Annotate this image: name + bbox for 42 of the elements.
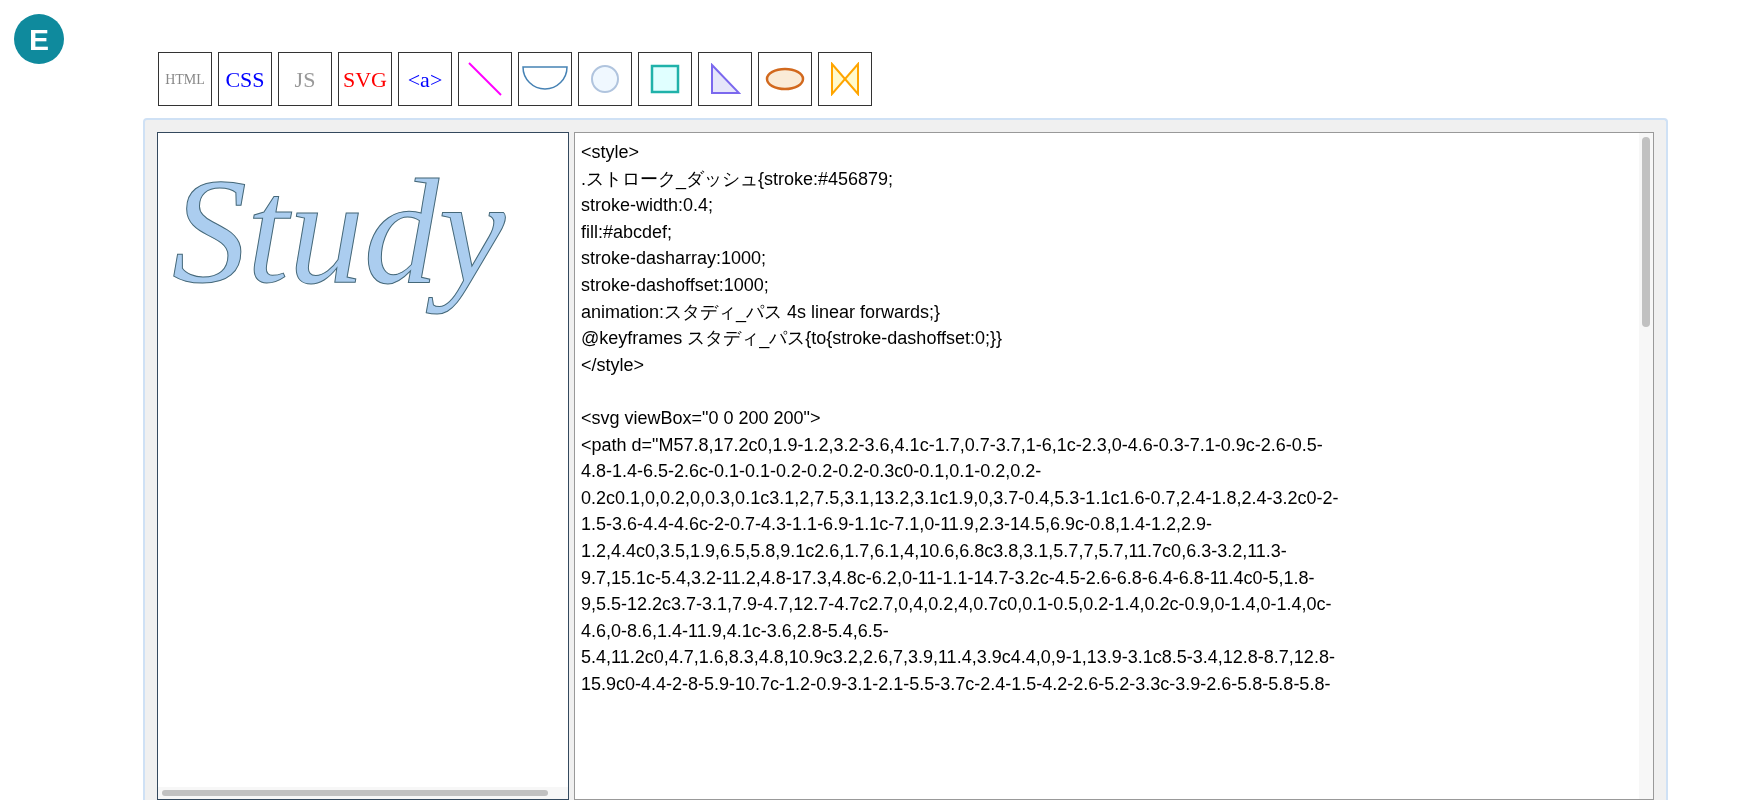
square-icon [650,64,680,94]
ellipse-icon [765,66,805,92]
code-line: <path d="M57.8,17.2c0,1.9-1.2,3.2-3.6,4.1c-1.7,0.7-3.7,1-6,1c-2.3,0-4.6-0.3-7.1-0.9c-2.6-0.5- [581,433,1323,457]
code-line: fill:#abcdef; [581,220,673,244]
draw-shape-button[interactable] [698,52,752,106]
vertical-scrollbar[interactable] [1639,133,1653,799]
code-line: .ストローク_ダッシュ{stroke:#456879; [581,167,894,192]
insert-tag-button[interactable]: CSS [218,52,272,106]
code-line: 1.5-3.6-4.4-4.6c-2-0.7-4.3-1.1-6.9-1.1c-7.1,0-11.9,2.3-14.5,6.9c-0.8,1.4-1.2,2.9- [581,513,1213,537]
code-line: stroke-width:0.4; [581,194,714,218]
triangle-icon [709,63,741,95]
code-line: <style> [581,141,640,164]
insert-tag-button[interactable]: JS [278,52,332,106]
insert-tag-button[interactable]: <a> [398,52,452,106]
code-line: 5.4,11.2c0,4.7,1.6,8.3,4.8,10.9c3.2,2.6,7,3.9,11.4,3.9c4.4,0,9-1,13.9-3.1c8.5-3.4,12.8-8.7,12.8- [581,646,1335,670]
code-line: </style> [581,353,645,377]
logo-icon: E [14,14,64,64]
bowtie-icon [830,62,860,96]
code-line: animation:スタディ_パス 4s linear forwards;} [581,300,941,325]
draw-shape-button[interactable] [758,52,812,106]
code-line: 0.2c0.1,0,0.2,0,0.3,0.1c3.1,2,7.5,3.1,13.2,3.1c1.9,0,3.7-0.4,5.3-1.1c1.6-0.7,2.4-1.8,2.4-3.2c0-2- [581,486,1339,510]
code-line: @keyframes スタディ_パス{to{stroke-dashoffset:0;}} [581,327,1003,351]
code-line: stroke-dashoffset:1000; [581,273,769,297]
code-line: <svg viewBox="0 0 200 200"> [581,406,821,430]
code-line: stroke-dasharray:1000; [581,247,767,271]
circle-icon [590,64,620,94]
insert-tag-button[interactable]: HTML [158,52,212,106]
code-line: 15.9c0-4.4-2-8-5.9-10.7c-1.2-0.9-3.1-2.1-5.5-3.7c-2.4-1.5-4.2-2.6-5.2-3.3c-3.9-2.6-5.8-5.8-5.8- [581,672,1331,696]
code-editor[interactable] [574,132,1654,800]
code-line: 4.6,0-8.6,1.4-11.9,4.1c-3.6,2.8-5.4,6.5- [581,619,889,643]
draw-shape-button[interactable] [638,52,692,106]
horizontal-scrollbar[interactable] [158,787,568,799]
code-line: 9.7,15.1c-5.4,3.2-11.2,4.8-17.3,4.8c-6.2,0-11-1.1-14.7-3.2c-4.5-2.6-6.8-6.4-6.8-11.4c0-5,1.8- [581,566,1315,590]
draw-shape-button[interactable] [518,52,572,106]
draw-shape-button[interactable] [578,52,632,106]
insert-tag-button[interactable]: SVG [338,52,392,106]
code-line: 9,5.5-12.2c3.7-3.1,7.9-4.7,12.7-4.7c2.7,0,4,0.2,4,0.7c0,0.1-0.5,0.2-1.4,0.2c-0.9,0-1.4,0-1.4,0c- [581,593,1332,617]
code-line: 4.8-1.4-6.5-2.6c-0.1-0.1-0.2-0.2-0.2-0.3c0-0.1,0.1-0.2,0.2- [581,460,1042,484]
draw-shape-button[interactable] [458,52,512,106]
study-lettering: Study [162,137,532,357]
draw-shape-button[interactable] [818,52,872,106]
code-line: 1.2,4.4c0,3.5,1.9,6.5,5.8,9.1c2.6,1.7,6.1,4,10.6,6.8c3.8,3.1,5.7,7,5.7,11.7c0,6.3-3.2,11.3- [581,539,1287,563]
